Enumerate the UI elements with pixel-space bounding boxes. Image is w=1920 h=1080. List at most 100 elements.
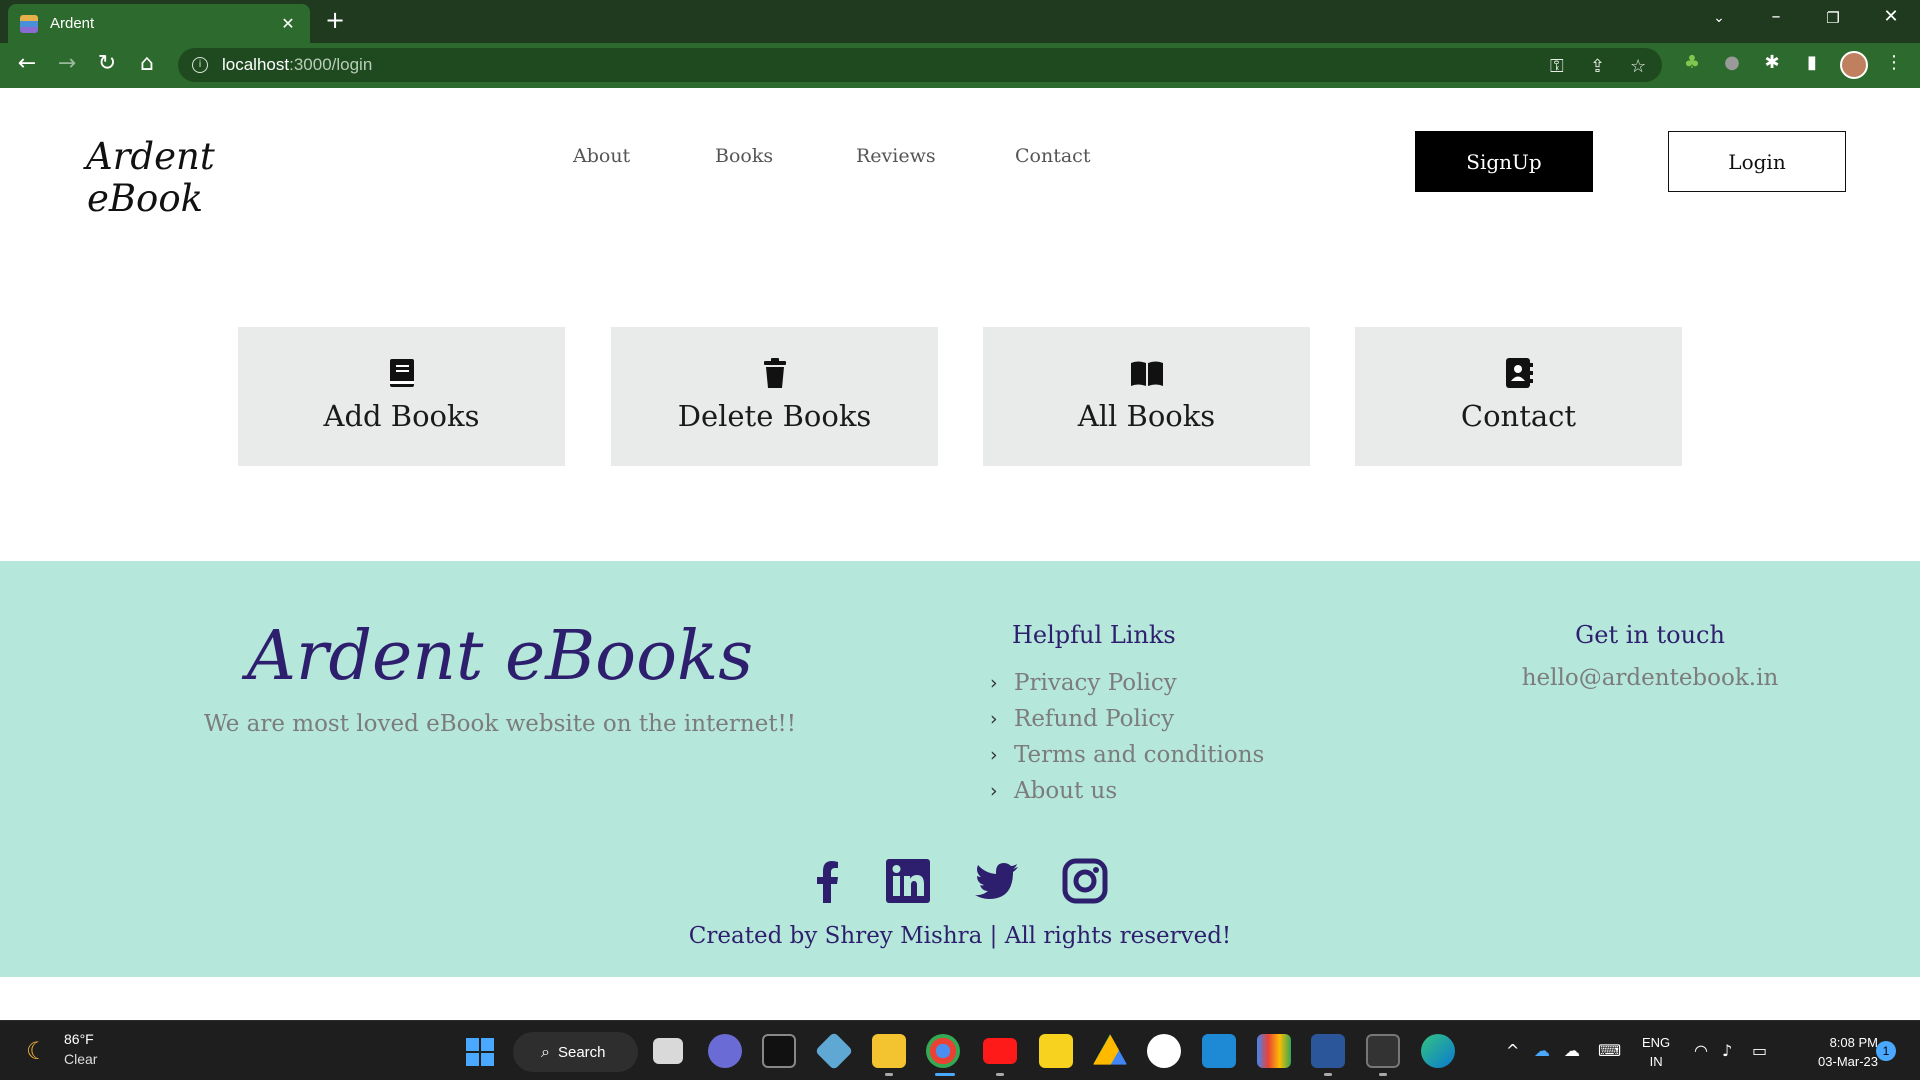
weather-condition[interactable]: Clear xyxy=(64,1051,97,1067)
footer-credit: Created by Shrey Mishra | All rights res… xyxy=(688,923,1232,949)
snipping-tool-icon[interactable] xyxy=(814,1031,854,1071)
tray-overflow-icon[interactable]: ^ xyxy=(1506,1041,1519,1060)
tab-search-chevron-icon[interactable]: ⌄ xyxy=(1704,10,1734,26)
file-explorer-icon[interactable] xyxy=(872,1034,906,1068)
mongodb-icon[interactable] xyxy=(1147,1034,1181,1068)
minimize-icon[interactable]: – xyxy=(1761,6,1791,27)
site-footer: Ardent eBooks We are most loved eBook we… xyxy=(0,561,1920,977)
login-button[interactable]: Login xyxy=(1668,131,1846,192)
card-all-books[interactable]: All Books xyxy=(983,327,1310,466)
forward-arrow-icon[interactable]: → xyxy=(52,51,82,76)
tree-extension-icon[interactable]: ♣ xyxy=(1680,52,1704,76)
profile-avatar[interactable] xyxy=(1840,51,1868,79)
clock-date: 03-Mar-23 xyxy=(1818,1054,1878,1069)
tab-close-icon[interactable]: ✕ xyxy=(278,14,298,33)
menu-kebab-icon[interactable]: ⋮ xyxy=(1882,52,1906,76)
linkedin-icon[interactable] xyxy=(884,857,932,905)
helpful-links-list: › Privacy Policy › Refund Policy › Terms an… xyxy=(990,665,1264,809)
battery-icon[interactable]: ▭ xyxy=(1752,1041,1767,1060)
teams-chat-icon[interactable] xyxy=(708,1034,742,1068)
reload-icon[interactable]: ↻ xyxy=(92,51,122,76)
lang-line-1: ENG xyxy=(1642,1035,1671,1050)
key-icon[interactable]: ⚿ xyxy=(1550,56,1564,77)
close-window-icon[interactable]: ✕ xyxy=(1876,6,1906,27)
browser-tab[interactable]: Ardent ✕ xyxy=(8,4,310,43)
card-label: Contact xyxy=(1460,399,1577,433)
footer-link-privacy[interactable]: › Privacy Policy xyxy=(990,665,1264,701)
footer-link-label: Refund Policy xyxy=(1014,706,1175,732)
gmail-icon[interactable] xyxy=(1257,1034,1291,1068)
footer-link-refund[interactable]: › Refund Policy xyxy=(990,701,1264,737)
twitter-icon[interactable] xyxy=(972,857,1020,905)
volume-icon[interactable]: ♪ xyxy=(1722,1041,1732,1060)
terminal-icon[interactable] xyxy=(762,1034,796,1068)
edge-icon[interactable] xyxy=(1421,1034,1455,1068)
site-logo[interactable]: Ardent eBook xyxy=(86,135,215,220)
moon-weather-icon[interactable]: ☾ xyxy=(26,1037,48,1065)
chevron-right-icon: › xyxy=(990,744,998,766)
keyboard-icon[interactable]: ⌨ xyxy=(1598,1041,1621,1060)
powershell-icon[interactable] xyxy=(1366,1034,1400,1068)
word-icon[interactable] xyxy=(1311,1034,1345,1068)
site-info-icon[interactable]: i xyxy=(192,57,208,73)
extension-icon[interactable]: ● xyxy=(1720,52,1744,76)
card-add-books[interactable]: Add Books xyxy=(238,327,565,466)
logo-line-1: Ardent xyxy=(86,135,215,178)
running-indicator xyxy=(1379,1073,1387,1076)
share-icon[interactable]: ⇪ xyxy=(1590,56,1605,77)
footer-link-about[interactable]: › About us xyxy=(990,773,1264,809)
back-arrow-icon[interactable]: ← xyxy=(12,51,42,76)
tab-title: Ardent xyxy=(50,15,95,32)
nav-reviews[interactable]: Reviews xyxy=(856,145,936,167)
signup-button[interactable]: SignUp xyxy=(1415,131,1593,192)
onedrive-personal-icon[interactable]: ☁ xyxy=(1564,1041,1580,1060)
card-label: Delete Books xyxy=(677,399,872,433)
clock[interactable]: 8:08 PM 03-Mar-23 xyxy=(1792,1033,1878,1071)
taskbar-search[interactable]: ⌕ Search xyxy=(513,1032,638,1072)
footer-tagline: We are most loved eBook website on the i… xyxy=(203,711,797,737)
side-panel-icon[interactable]: ▮ xyxy=(1800,52,1824,76)
youtube-icon[interactable] xyxy=(983,1038,1017,1064)
nav-about[interactable]: About xyxy=(573,145,630,167)
running-indicator xyxy=(1324,1073,1332,1076)
address-bar[interactable]: i localhost:3000/login ⚿ ⇪ ☆ xyxy=(178,48,1662,82)
google-drive-icon[interactable] xyxy=(1093,1034,1127,1065)
language-indicator[interactable]: ENG IN xyxy=(1642,1033,1670,1071)
vscode-icon[interactable] xyxy=(1202,1034,1236,1068)
new-tab-icon[interactable]: + xyxy=(325,6,345,34)
home-icon[interactable]: ⌂ xyxy=(132,51,162,76)
footer-email[interactable]: hello@ardentebook.in xyxy=(1490,665,1810,691)
logo-line-2: eBook xyxy=(86,177,204,220)
running-indicator xyxy=(996,1073,1004,1076)
card-label: Add Books xyxy=(323,399,480,433)
chevron-right-icon: › xyxy=(990,708,998,730)
lang-line-2: IN xyxy=(1649,1054,1663,1069)
weather-temp[interactable]: 86°F xyxy=(64,1031,94,1047)
onedrive-icon[interactable]: ☁ xyxy=(1534,1041,1550,1060)
facebook-icon[interactable] xyxy=(804,857,852,905)
sticky-notes-icon[interactable] xyxy=(1039,1034,1073,1068)
book-open-icon xyxy=(1130,361,1163,386)
footer-link-terms[interactable]: › Terms and conditions xyxy=(990,737,1264,773)
tab-favicon-icon xyxy=(20,14,38,33)
chrome-icon[interactable] xyxy=(926,1034,960,1068)
footer-link-label: About us xyxy=(1014,778,1118,804)
wifi-icon[interactable]: ◠ xyxy=(1694,1041,1708,1060)
notification-badge[interactable]: 1 xyxy=(1876,1041,1896,1061)
footer-link-label: Terms and conditions xyxy=(1014,742,1265,768)
address-book-icon xyxy=(1505,358,1533,388)
task-view-icon[interactable] xyxy=(653,1038,683,1064)
helpful-links-heading: Helpful Links xyxy=(1012,621,1176,649)
clock-time: 8:08 PM xyxy=(1829,1035,1878,1050)
puzzle-extensions-icon[interactable]: ✱ xyxy=(1760,52,1784,76)
bookmark-star-icon[interactable]: ☆ xyxy=(1630,56,1646,77)
card-contact[interactable]: Contact xyxy=(1355,327,1682,466)
url-path: :3000/login xyxy=(289,55,373,74)
instagram-icon[interactable] xyxy=(1061,857,1109,905)
nav-contact[interactable]: Contact xyxy=(1015,145,1090,167)
card-delete-books[interactable]: Delete Books xyxy=(611,327,938,466)
search-label: Search xyxy=(557,1043,606,1061)
nav-books[interactable]: Books xyxy=(715,145,773,167)
windows-start-icon[interactable] xyxy=(466,1038,494,1066)
restore-icon[interactable]: ❐ xyxy=(1818,9,1848,27)
